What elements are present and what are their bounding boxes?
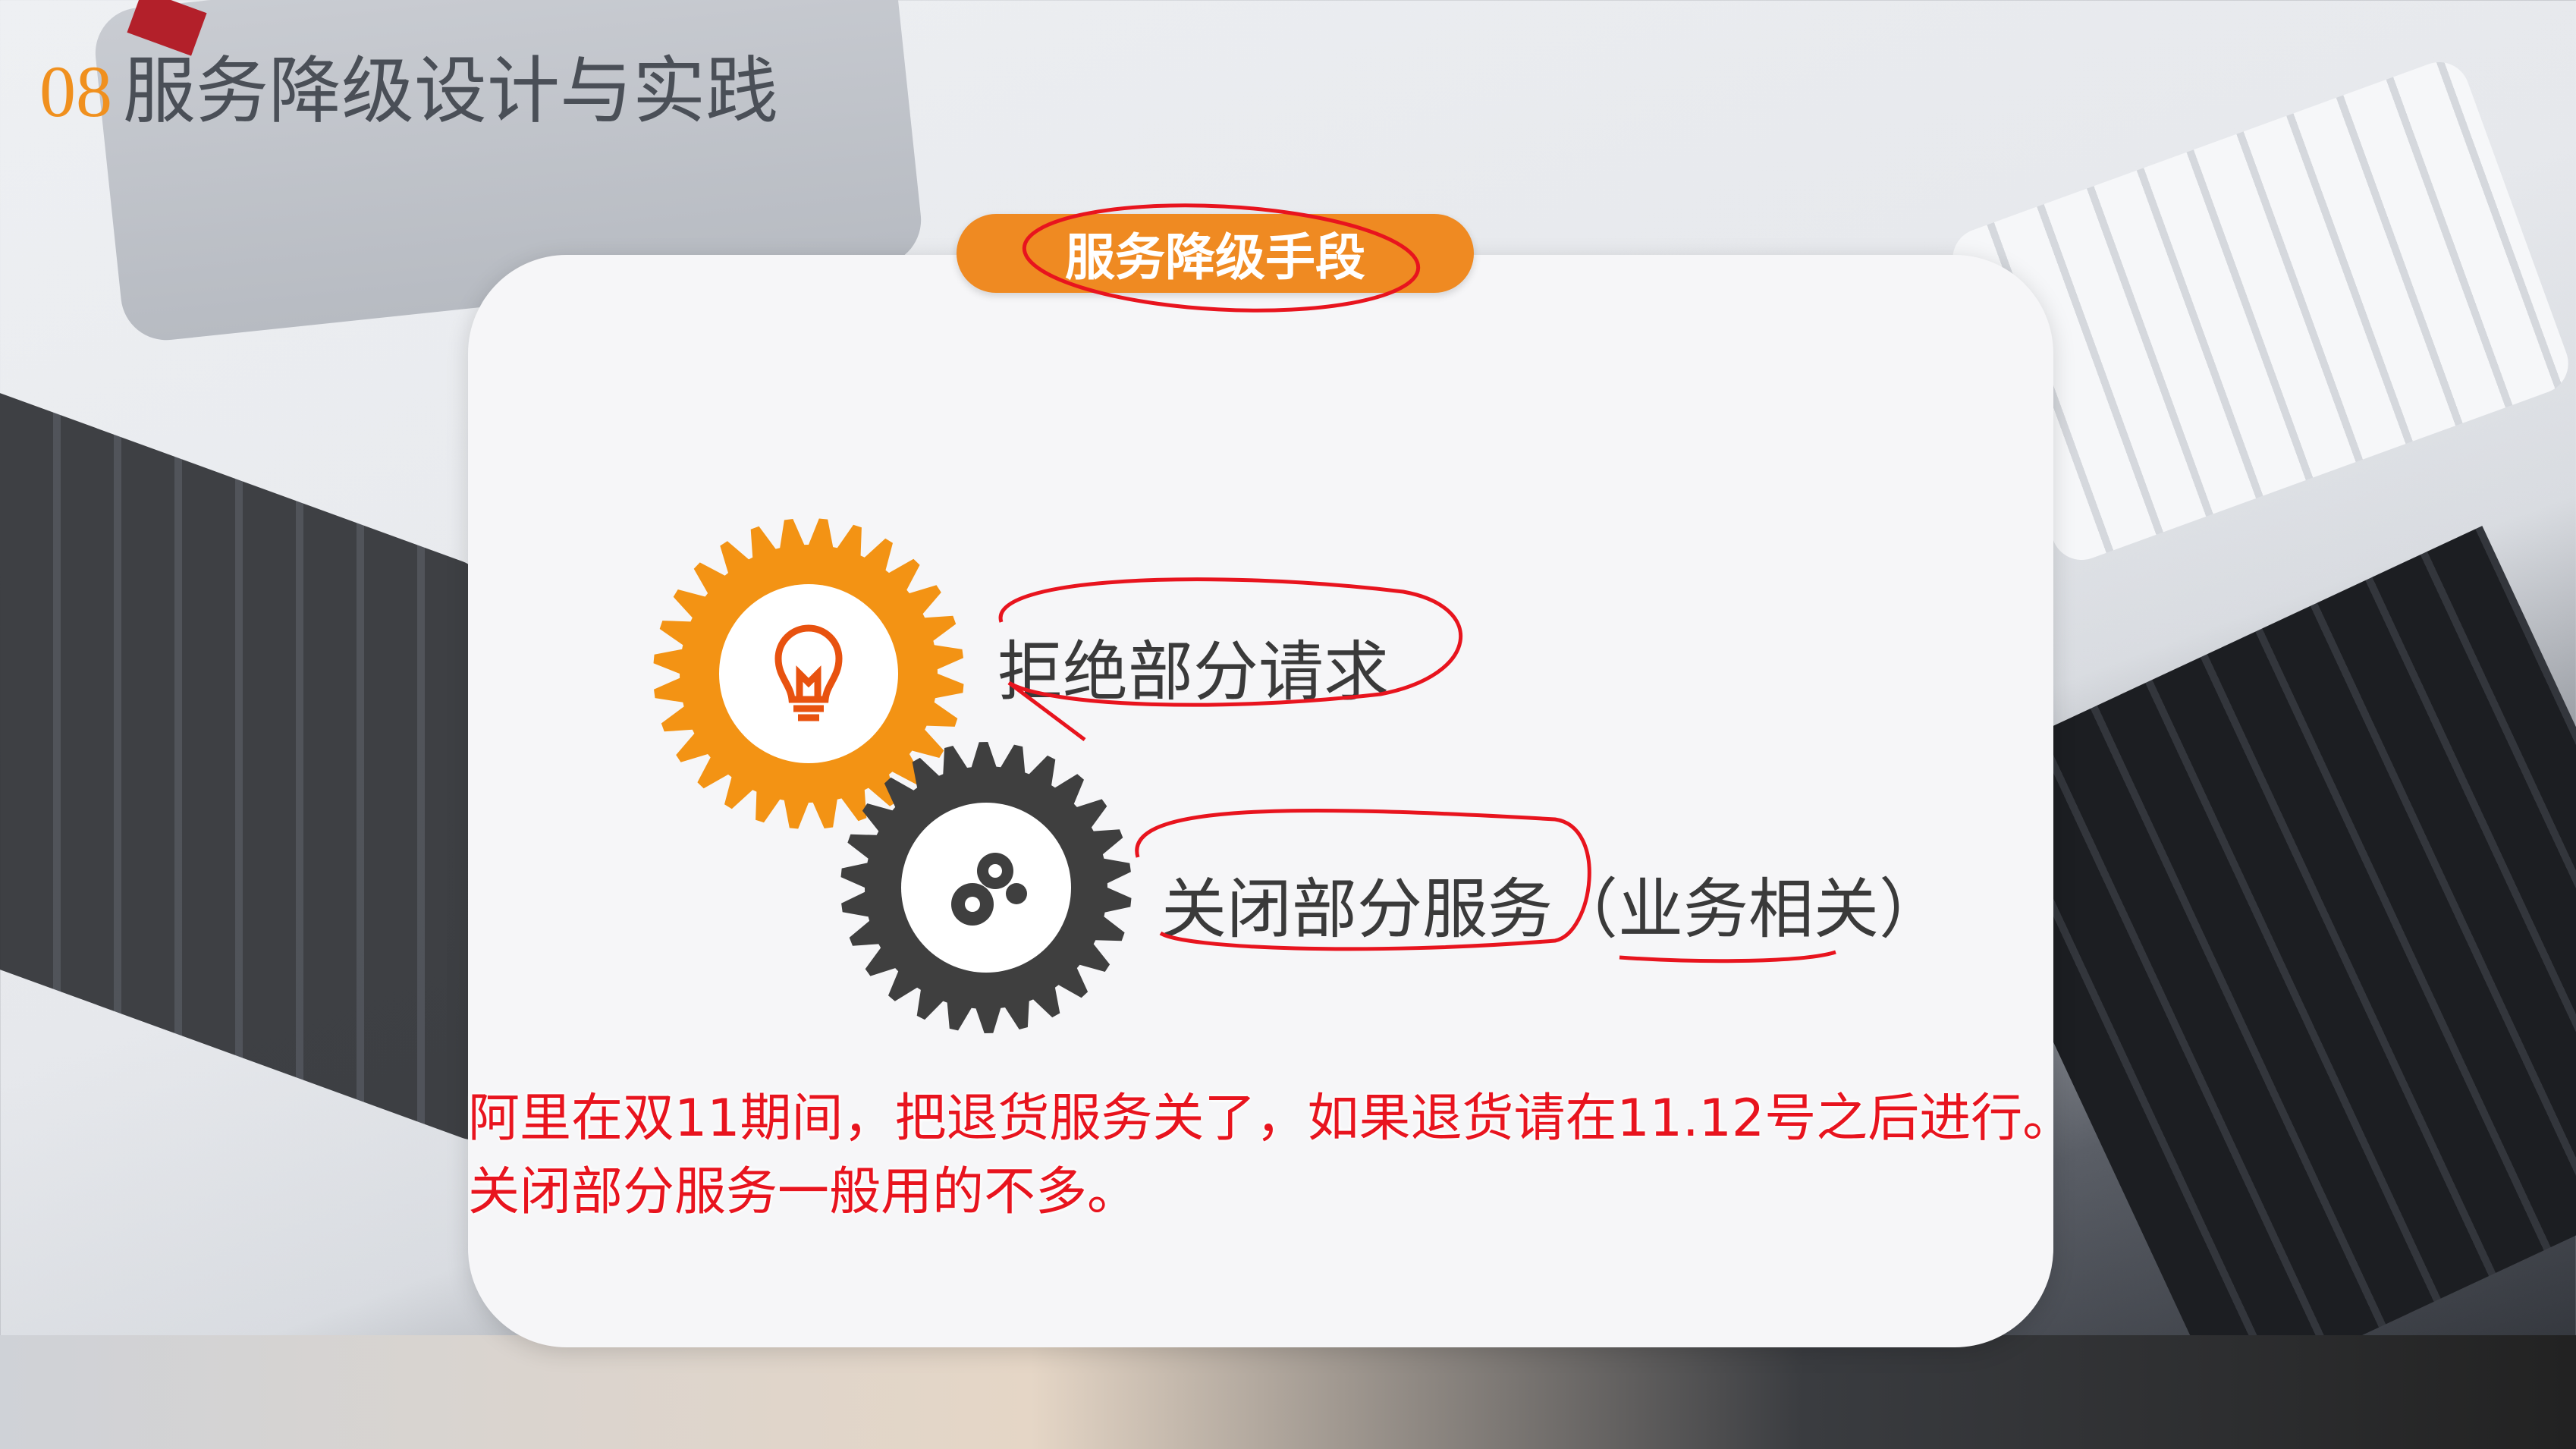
background-laptop-keyboard [0, 370, 485, 1147]
section-title: 服务降级设计与实践 [123, 49, 778, 134]
dark-gear-settings-icon [840, 742, 1132, 1033]
section-number: 08 [39, 51, 112, 132]
item-reject-requests: 拒绝部分请求 [997, 634, 1389, 710]
badge-title: 服务降级手段 [957, 214, 1474, 293]
annotation-note-2: 关闭部分服务一般用的不多。 [468, 1162, 1139, 1222]
annotation-note-1: 阿里在双11期间，把退货服务关了，如果退货请在11.12号之后进行。 [468, 1089, 2075, 1149]
background-desk [0, 1335, 2576, 1449]
slide-title: 08 服务降级设计与实践 [39, 32, 778, 137]
item-close-services: 关闭部分服务（业务相关） [1161, 872, 1944, 948]
